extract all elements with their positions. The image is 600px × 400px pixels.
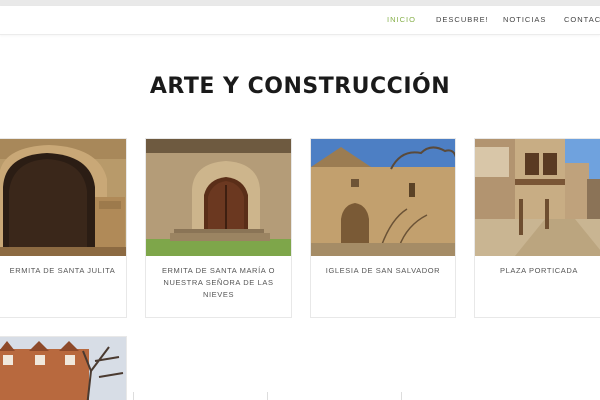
section-title: ARTE Y CONSTRUCCIÓN — [149, 74, 451, 99]
card-label: PLAZA PORTICADA — [499, 266, 579, 275]
card-label: IGLESIA DE SAN SALVADOR — [325, 266, 441, 275]
nav-descubre[interactable]: DESCUBRE! — [436, 15, 489, 24]
nav-noticias[interactable]: NOTICIAS — [503, 15, 546, 24]
card-iglesia-san-salvador[interactable]: IGLESIA DE SAN SALVADOR — [310, 138, 456, 318]
card-image — [0, 337, 126, 400]
card-image — [146, 139, 291, 256]
card-label: ERMITA DE SANTA MARÍA O NUESTRA SEÑORA D… — [161, 266, 276, 299]
nav-contacto[interactable]: CONTACTO — [564, 15, 600, 24]
card-brick-house[interactable] — [0, 336, 127, 400]
card-image — [475, 139, 600, 256]
card-divider — [133, 392, 134, 400]
card-plaza-porticada[interactable]: PLAZA PORTICADA — [474, 138, 600, 318]
card-divider — [401, 392, 402, 400]
card-ermita-santa-julita[interactable]: ERMITA DE SANTA JULITA — [0, 138, 127, 318]
nav-inicio[interactable]: INICIO — [387, 15, 416, 24]
card-image — [311, 139, 455, 256]
main-navigation: INICIO DESCUBRE! NOTICIAS CONTACTO — [0, 6, 600, 35]
card-image — [0, 139, 126, 256]
card-ermita-santa-maria[interactable]: ERMITA DE SANTA MARÍA O NUESTRA SEÑORA D… — [145, 138, 292, 318]
card-label: ERMITA DE SANTA JULITA — [9, 266, 116, 275]
card-divider — [267, 392, 268, 400]
